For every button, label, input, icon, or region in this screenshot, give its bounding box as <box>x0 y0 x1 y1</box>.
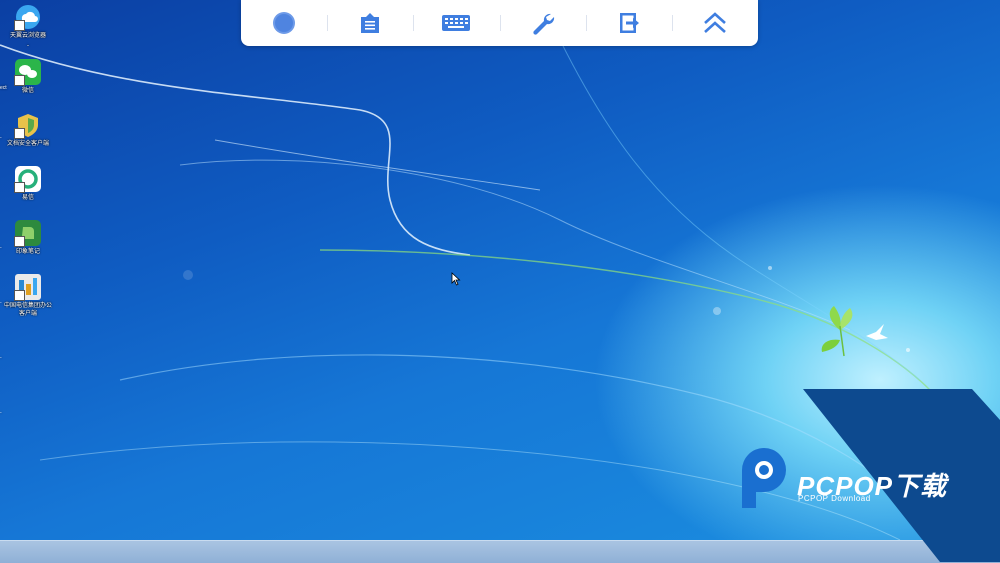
desktop-icon-label: 天翼云浏览器 <box>9 33 46 39</box>
toolbar-exit-button[interactable] <box>585 0 672 46</box>
clipped-label: - <box>0 135 2 141</box>
desktop-icon-wechat[interactable]: 微信 <box>2 59 54 95</box>
shortcut-arrow-icon <box>14 182 25 193</box>
circle-icon <box>273 12 296 34</box>
desktop-icon-label: 易信 <box>21 195 34 201</box>
shortcut-arrow-icon <box>14 20 25 31</box>
mouse-cursor-icon <box>451 272 461 286</box>
desktop-icon-label: 中国电信集团办公客户端 <box>3 303 52 317</box>
telecom-office-icon <box>14 274 41 301</box>
toolbar-keyboard-button[interactable] <box>413 0 499 46</box>
double-chevron-up-icon <box>704 12 726 33</box>
wrench-icon <box>532 13 554 35</box>
shortcut-arrow-icon <box>14 236 25 247</box>
clipped-label: - <box>0 410 2 416</box>
shortcut-arrow-icon <box>14 128 25 139</box>
toolbar-clipboard-button[interactable] <box>327 0 413 46</box>
remote-toolbar <box>241 0 758 46</box>
shortcut-arrow-icon <box>14 75 25 86</box>
desktop-icon-sublabel: - <box>27 43 29 49</box>
desktop-background: 天翼云浏览器 - 微信 文档安全客户端 易信 印象笔记 中国电信集团办公客户端 … <box>0 0 1000 540</box>
exit-icon <box>619 13 639 33</box>
keyboard-icon <box>442 15 471 31</box>
shortcut-arrow-icon <box>14 290 25 301</box>
shield-icon <box>14 112 41 139</box>
taskbar <box>0 540 1000 563</box>
wechat-icon <box>14 59 41 86</box>
desktop-icon-label: 文档安全客户端 <box>6 141 49 147</box>
evernote-elephant-icon <box>14 220 41 247</box>
desktop-icon-tianyi-browser[interactable]: 天翼云浏览器 - <box>2 4 54 50</box>
desktop-icon-label: 印象笔记 <box>15 249 40 255</box>
clipped-label: - <box>0 300 2 306</box>
clipped-label: - <box>0 245 2 251</box>
desktop-icon-evernote[interactable]: 印象笔记 <box>2 220 54 256</box>
desktop-icon-yixin[interactable]: 易信 <box>2 166 54 202</box>
yixin-icon <box>14 166 41 193</box>
wallpaper-swirls <box>0 39 931 540</box>
toolbar-tools-button[interactable] <box>499 0 586 46</box>
clipped-label: - <box>0 355 2 361</box>
toolbar-home-button[interactable] <box>241 0 327 46</box>
clipped-label: ect <box>0 85 7 91</box>
desktop-icon-telecom-office[interactable]: 中国电信集团办公客户端 <box>2 274 54 318</box>
desktop-icon-doc-security[interactable]: 文档安全客户端 <box>2 112 54 148</box>
desktop-icon-label: 微信 <box>21 88 34 94</box>
cloud-browser-icon <box>14 4 41 31</box>
clipboard-icon <box>361 13 380 33</box>
toolbar-collapse-button[interactable] <box>671 0 758 46</box>
bird-icon <box>866 324 888 340</box>
